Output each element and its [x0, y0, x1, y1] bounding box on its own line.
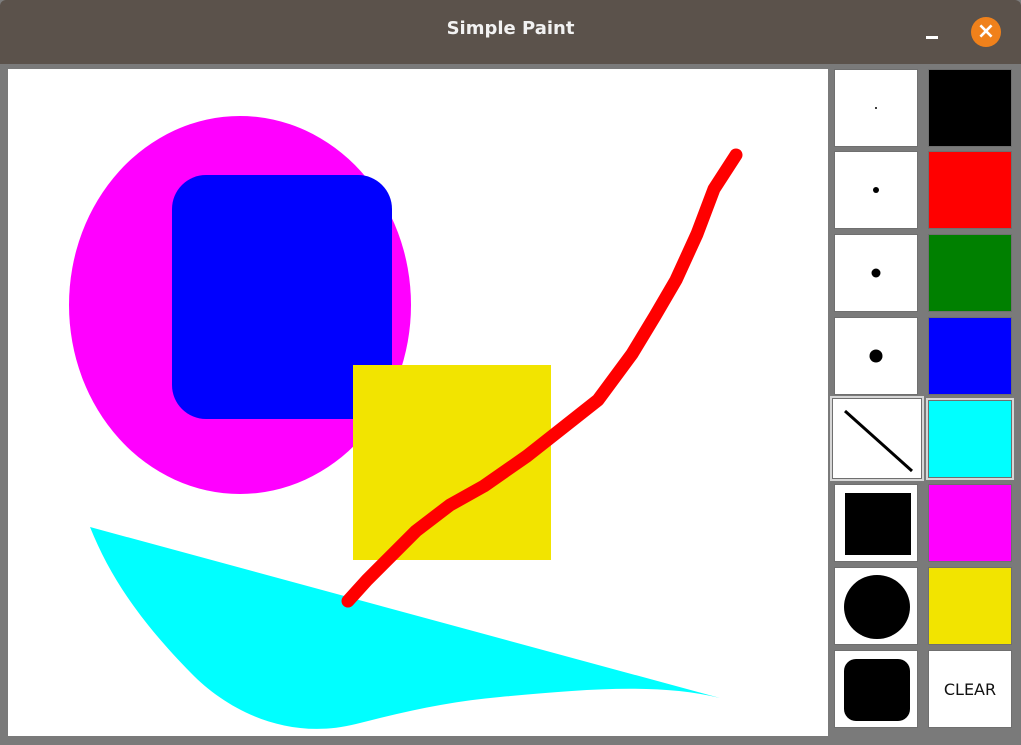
rounded-rectangle-tool-button[interactable]: [834, 650, 918, 728]
filled-rounded-square-icon: [844, 659, 910, 721]
brush-size-4-button[interactable]: [834, 317, 918, 395]
title-bar: Simple Paint ×: [0, 0, 1021, 64]
color-black[interactable]: [928, 69, 1012, 147]
brush-dot-icon: [873, 187, 879, 193]
brush-size-3-button[interactable]: [834, 234, 918, 312]
line-icon: [843, 409, 914, 473]
brush-dot-icon: [875, 107, 877, 109]
color-magenta[interactable]: [928, 484, 1012, 562]
minimize-button[interactable]: [922, 22, 942, 42]
app-window: Simple Paint × CLEAR: [0, 0, 1021, 745]
color-blue[interactable]: [928, 317, 1012, 395]
canvas-drawing: [69, 116, 743, 729]
color-cyan[interactable]: [926, 398, 1014, 480]
window-title: Simple Paint: [446, 18, 575, 39]
filled-square-icon: [845, 493, 911, 555]
brush-dot-icon: [869, 349, 883, 363]
color-red[interactable]: [928, 151, 1012, 229]
filled-circle-icon: [844, 575, 910, 639]
color-green[interactable]: [928, 234, 1012, 312]
brush-dot-icon: [871, 268, 881, 278]
brush-size-2-button[interactable]: [834, 151, 918, 229]
color-yellow[interactable]: [928, 567, 1012, 645]
rectangle-tool-button[interactable]: [834, 484, 918, 562]
drawing-canvas[interactable]: [8, 69, 828, 736]
clear-button[interactable]: CLEAR: [928, 650, 1012, 728]
close-button[interactable]: ×: [971, 17, 1001, 47]
ellipse-tool-button[interactable]: [834, 567, 918, 645]
brush-size-1-button[interactable]: [834, 69, 918, 147]
line-tool-button[interactable]: [830, 396, 924, 481]
